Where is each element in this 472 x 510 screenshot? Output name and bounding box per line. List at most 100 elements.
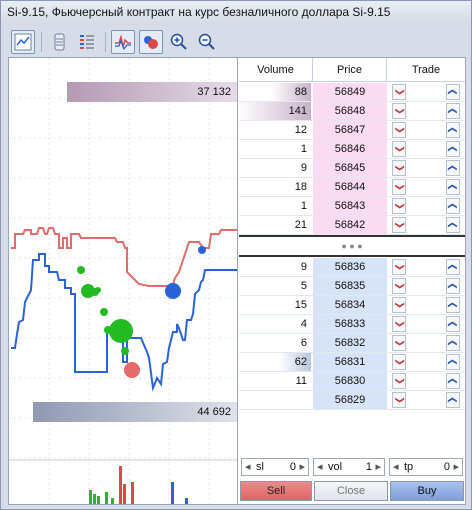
- order-controls: ◂ sl 0 ▸ ◂ vol 1 ▸ ◂ tp 0 ▸: [239, 456, 465, 478]
- volume-cell: 62: [294, 356, 307, 368]
- buy-at-price-button[interactable]: ❮: [446, 179, 460, 195]
- ask-marker: [165, 283, 181, 299]
- sl-value[interactable]: 0: [274, 461, 296, 473]
- bubbles-icon[interactable]: [139, 30, 163, 54]
- price-cell[interactable]: 56834: [313, 296, 387, 314]
- buy-at-price-button[interactable]: ❮: [446, 392, 460, 408]
- volume-cell: 12: [294, 124, 307, 136]
- sell-at-price-button[interactable]: ❮: [392, 335, 406, 351]
- spread-separator: ● ● ●: [239, 235, 465, 257]
- volume-cell: 1: [300, 200, 307, 212]
- price-cell[interactable]: 56849: [313, 83, 387, 101]
- price-cell[interactable]: 56830: [313, 372, 387, 390]
- trades-icon[interactable]: [75, 30, 99, 54]
- trade-volume-bars: [89, 466, 188, 504]
- buy-at-price-button[interactable]: ❮: [446, 141, 460, 157]
- buy-at-price-button[interactable]: ❮: [446, 373, 460, 389]
- zoom-in-icon[interactable]: [167, 30, 191, 54]
- chart-icon[interactable]: [11, 30, 35, 54]
- window: Si-9.15, Фьючерсный контракт на курс без…: [0, 0, 472, 510]
- sell-button[interactable]: Sell: [240, 481, 312, 501]
- ask-row: 21 56842 ❮ ❮: [239, 216, 465, 235]
- sell-at-price-button[interactable]: ❮: [392, 297, 406, 313]
- tick-chart: 37 132 44 692: [9, 58, 238, 504]
- main-panel: 37 132 44 692 Volume Price Trade 88 5684…: [8, 57, 466, 505]
- buy-button[interactable]: Buy: [390, 481, 464, 501]
- ask-row: 1 56843 ❮ ❮: [239, 197, 465, 216]
- buy-at-price-button[interactable]: ❮: [446, 160, 460, 176]
- sell-at-price-button[interactable]: ❮: [392, 141, 406, 157]
- buy-at-price-button[interactable]: ❮: [446, 354, 460, 370]
- trade-header: Trade: [387, 58, 465, 82]
- close-button[interactable]: Close: [314, 481, 388, 501]
- price-cell[interactable]: 56836: [313, 258, 387, 276]
- bid-row: 4 56833 ❮ ❮: [239, 315, 465, 334]
- sell-at-price-button[interactable]: ❮: [392, 373, 406, 389]
- price-cell[interactable]: 56846: [313, 140, 387, 158]
- ask-row: 9 56845 ❮ ❮: [239, 159, 465, 178]
- sell-at-price-button[interactable]: ❮: [392, 217, 406, 233]
- depth-icon[interactable]: [47, 30, 71, 54]
- price-cell[interactable]: 56842: [313, 216, 387, 234]
- sell-at-price-button[interactable]: ❮: [392, 259, 406, 275]
- bid-row: 56829 ❮ ❮: [239, 391, 465, 410]
- sell-at-price-button[interactable]: ❮: [392, 122, 406, 138]
- buy-at-price-button[interactable]: ❮: [446, 278, 460, 294]
- title-bar: Si-9.15, Фьючерсный контракт на курс без…: [1, 1, 471, 25]
- price-cell[interactable]: 56844: [313, 178, 387, 196]
- price-cell[interactable]: 56843: [313, 197, 387, 215]
- buy-at-price-button[interactable]: ❮: [446, 122, 460, 138]
- ask-row: 1 56846 ❮ ❮: [239, 140, 465, 159]
- volume-cell: 88: [294, 86, 307, 98]
- ask-row: 88 56849 ❮ ❮: [239, 83, 465, 102]
- price-cell[interactable]: 56848: [313, 102, 387, 120]
- sell-at-price-button[interactable]: ❮: [392, 278, 406, 294]
- buy-at-price-button[interactable]: ❮: [446, 198, 460, 214]
- volume-cell: 9: [300, 162, 307, 174]
- sell-at-price-button[interactable]: ❮: [392, 354, 406, 370]
- ask-row: 18 56844 ❮ ❮: [239, 178, 465, 197]
- sell-at-price-button[interactable]: ❮: [392, 103, 406, 119]
- tp-value[interactable]: 0: [424, 461, 450, 473]
- volume-cell: 4: [300, 318, 307, 330]
- vol-value[interactable]: 1: [350, 461, 372, 473]
- sell-at-price-button[interactable]: ❮: [392, 179, 406, 195]
- price-cell[interactable]: 56829: [313, 391, 387, 409]
- sl-label: sl: [256, 461, 264, 473]
- sell-bubble: [124, 362, 140, 378]
- vol-spinner[interactable]: ◂ vol 1 ▸: [313, 458, 385, 476]
- ticks-icon[interactable]: [111, 30, 135, 54]
- sell-at-price-button[interactable]: ❮: [392, 84, 406, 100]
- sell-at-price-button[interactable]: ❮: [392, 316, 406, 332]
- buy-at-price-button[interactable]: ❮: [446, 217, 460, 233]
- zoom-out-icon[interactable]: [195, 30, 219, 54]
- buy-at-price-button[interactable]: ❮: [446, 259, 460, 275]
- sl-spinner[interactable]: ◂ sl 0 ▸: [241, 458, 309, 476]
- price-cell[interactable]: 56835: [313, 277, 387, 295]
- buy-bubble: [109, 319, 133, 343]
- bid-row: 5 56835 ❮ ❮: [239, 277, 465, 296]
- buy-bubble: [100, 308, 108, 316]
- buy-at-price-button[interactable]: ❮: [446, 335, 460, 351]
- order-book: Volume Price Trade 88 56849 ❮ ❮ 141 56848 ❮ ❮ 12…: [239, 58, 465, 504]
- bid-row: 11 56830 ❮ ❮: [239, 372, 465, 391]
- buy-at-price-button[interactable]: ❮: [446, 297, 460, 313]
- bid-row: 9 56836 ❮ ❮: [239, 258, 465, 277]
- toolbar: [1, 27, 471, 57]
- buy-at-price-button[interactable]: ❮: [446, 103, 460, 119]
- sell-at-price-button[interactable]: ❮: [392, 392, 406, 408]
- volume-cell: 15: [294, 299, 307, 311]
- price-cell[interactable]: 56833: [313, 315, 387, 333]
- price-cell[interactable]: 56832: [313, 334, 387, 352]
- ask-row: 12 56847 ❮ ❮: [239, 121, 465, 140]
- tp-spinner[interactable]: ◂ tp 0 ▸: [389, 458, 463, 476]
- bid-row: 62 56831 ❮ ❮: [239, 353, 465, 372]
- price-cell[interactable]: 56845: [313, 159, 387, 177]
- price-cell[interactable]: 56847: [313, 121, 387, 139]
- buy-bubble: [121, 347, 129, 355]
- sell-at-price-button[interactable]: ❮: [392, 198, 406, 214]
- buy-at-price-button[interactable]: ❮: [446, 84, 460, 100]
- buy-at-price-button[interactable]: ❮: [446, 316, 460, 332]
- sell-at-price-button[interactable]: ❮: [392, 160, 406, 176]
- price-cell[interactable]: 56831: [313, 353, 387, 371]
